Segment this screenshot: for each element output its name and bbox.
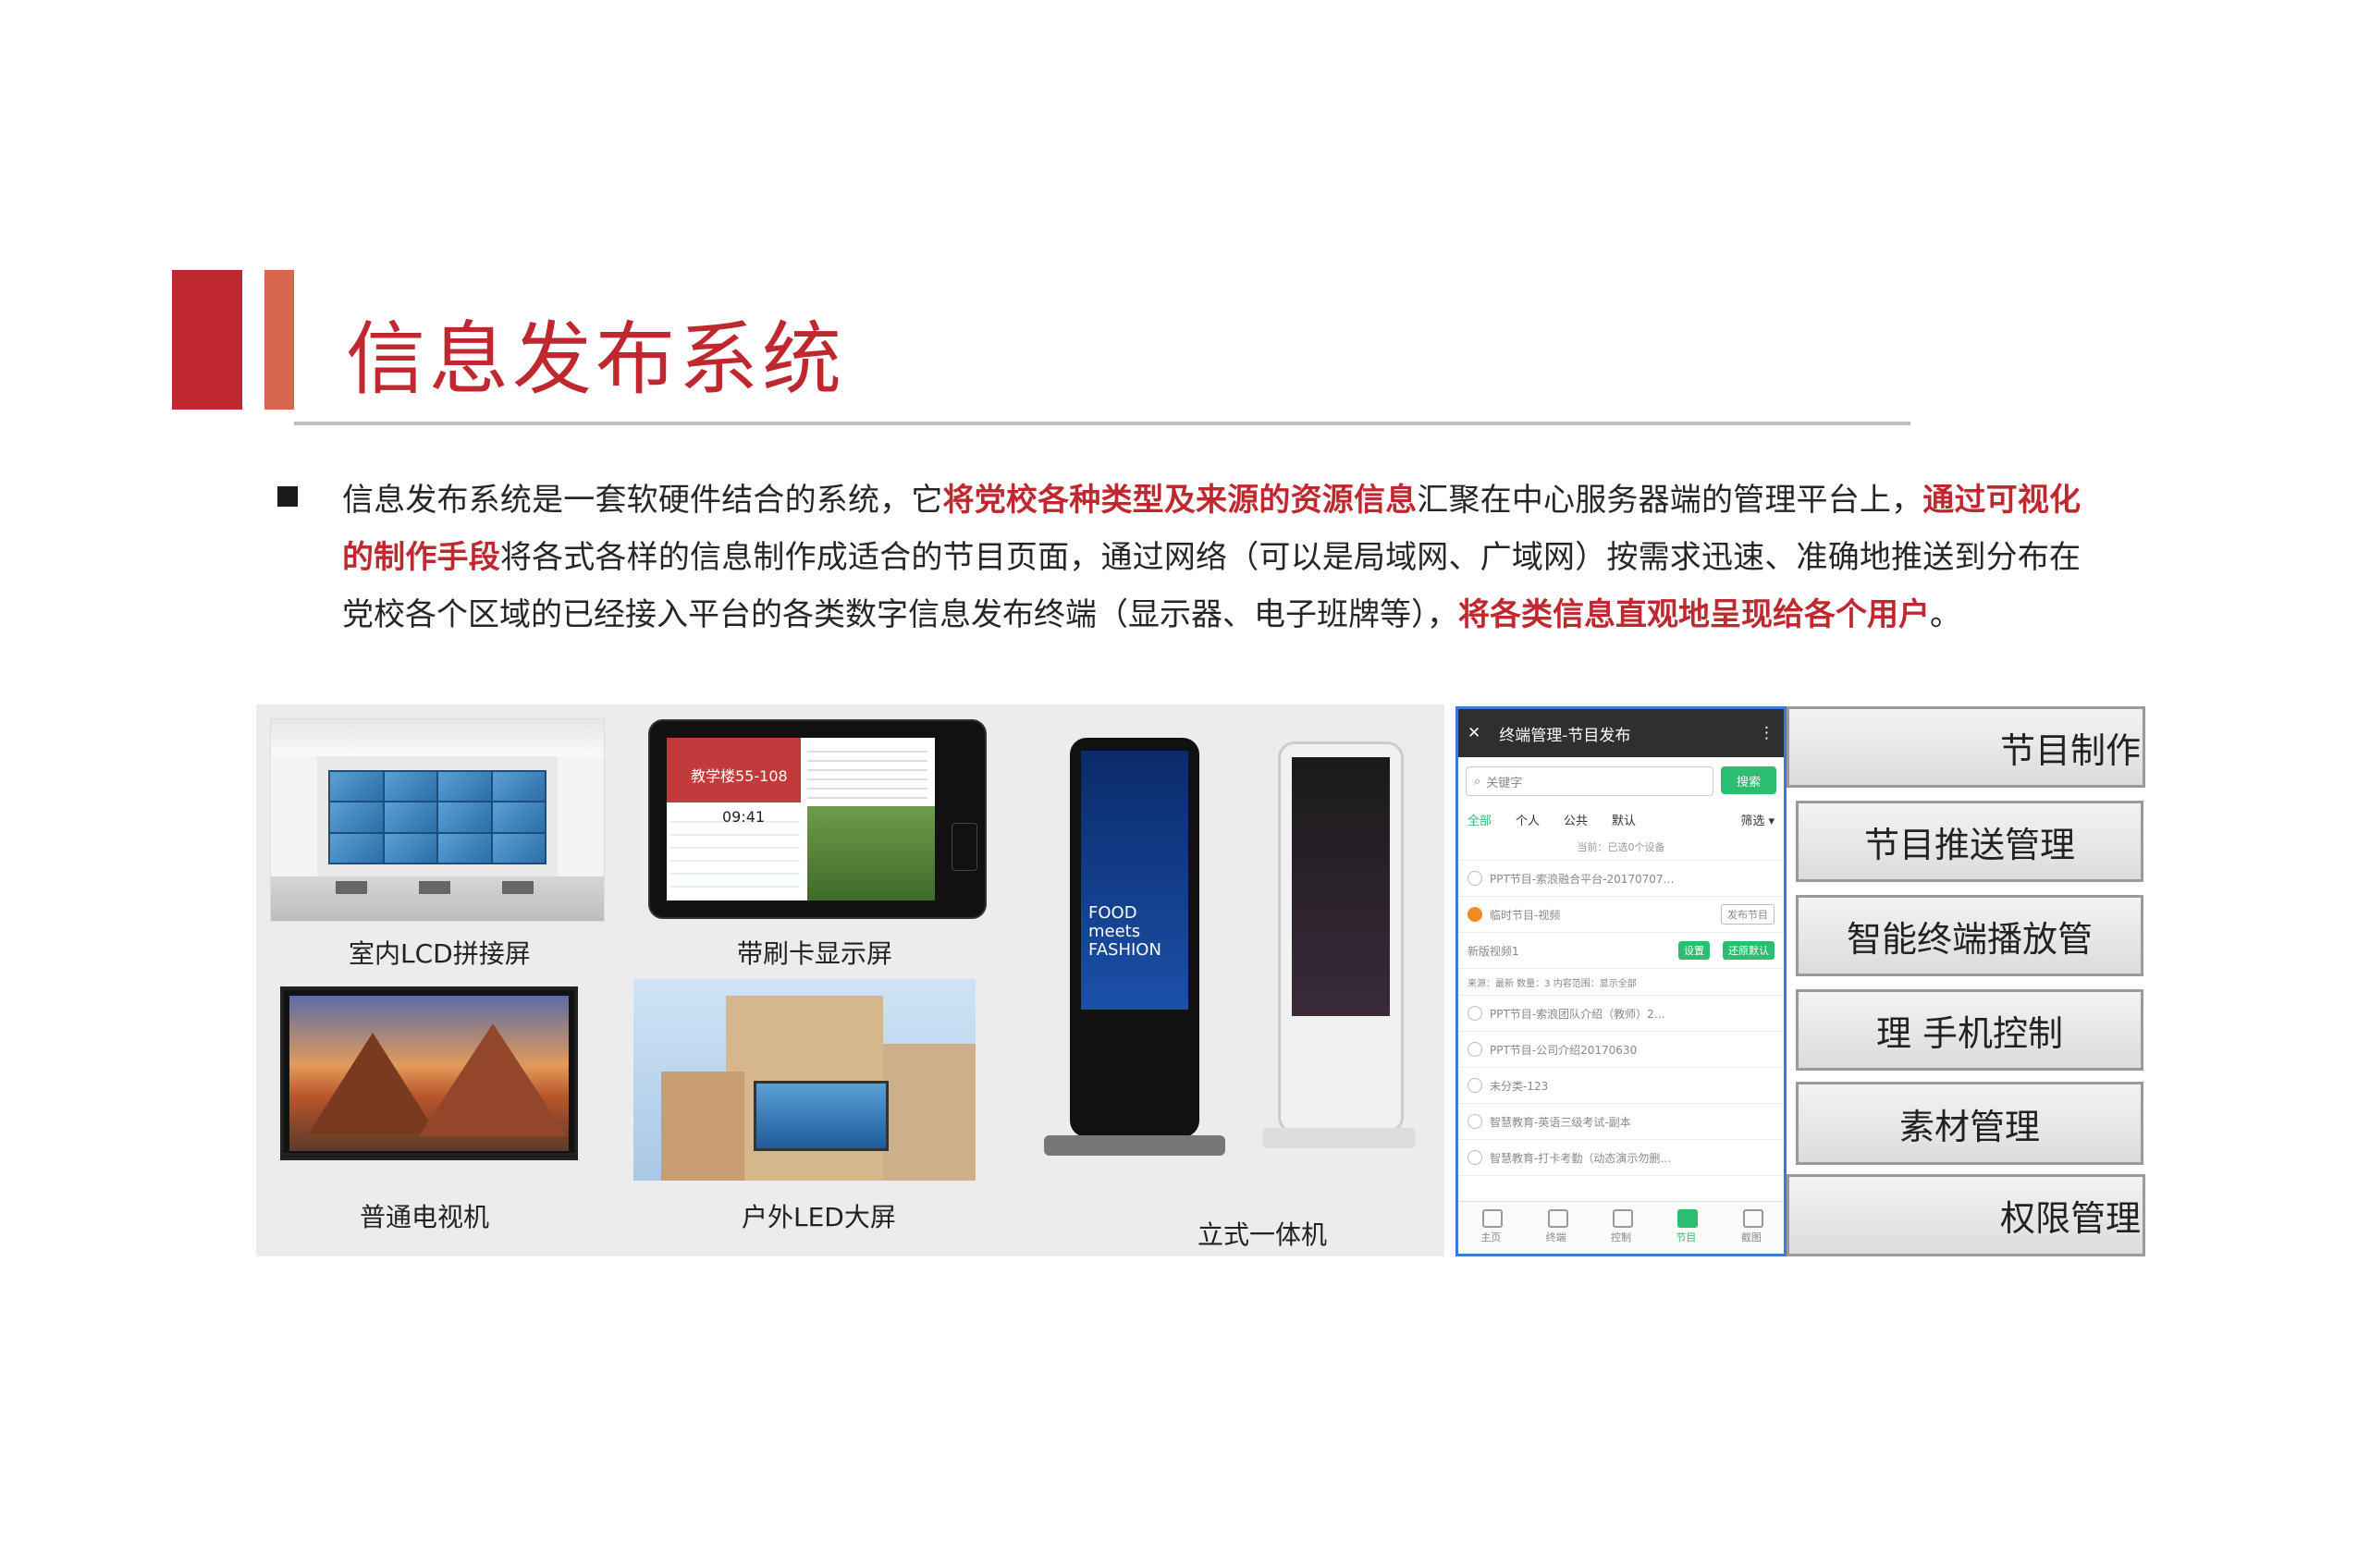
device-gallery: 室内LCD拼接屏 教学楼55-108 09:41 带刷卡显示屏 普通电视机 户外… <box>256 704 1444 1256</box>
nav-program[interactable]: 节目 <box>1653 1202 1718 1254</box>
tab-public[interactable]: 公共 <box>1564 811 1588 828</box>
publish-button[interactable]: 发布节目 <box>1721 904 1775 925</box>
lcd-wall-image <box>270 718 605 922</box>
card-display-image: 教学楼55-108 09:41 <box>648 719 987 919</box>
title-accent-bar-secondary <box>264 270 294 410</box>
list-item[interactable]: PPT节目-公司介绍20170630 <box>1458 1032 1784 1068</box>
intro-highlight: 将各类信息直观地呈现给各个用户 <box>1458 596 1930 633</box>
feature-material-management: 素材管理 <box>1796 1082 2143 1165</box>
kiosk-caption: 立式一体机 <box>1197 1219 1328 1250</box>
feature-push-management: 节目推送管理 <box>1796 801 2143 882</box>
phone-app-mockup: ✕ 终端管理-节目发布 ⋮ ⌕ 关键字 搜索 全部 个人 公共 默认 筛选 ▾ 当… <box>1455 706 1787 1256</box>
nav-terminal[interactable]: 终端 <box>1523 1202 1588 1254</box>
nav-control[interactable]: 控制 <box>1589 1202 1653 1254</box>
list-item[interactable]: PPT节目-索浪融合平台-20170707… <box>1458 861 1784 897</box>
phone-header: ✕ 终端管理-节目发布 ⋮ <box>1458 709 1784 757</box>
list-item-meta: 来源：最新 数量：3 内容范围：显示全部 <box>1458 969 1784 996</box>
filter-dropdown[interactable]: 筛选 ▾ <box>1740 811 1775 828</box>
list-item[interactable]: 智慧教育-打卡考勤（动态演示勿删… <box>1458 1140 1784 1176</box>
outdoor-led-image <box>633 979 976 1181</box>
list-item[interactable]: 智慧教育-英语三级考试-副本 <box>1458 1104 1784 1140</box>
search-input[interactable]: ⌕ 关键字 <box>1466 766 1713 796</box>
tab-personal[interactable]: 个人 <box>1516 811 1540 828</box>
card-display-caption: 带刷卡显示屏 <box>737 938 893 969</box>
intro-text: 。 <box>1930 596 1961 633</box>
intro-text: 信息发布系统是一套软硬件结合的系统，它 <box>342 482 943 519</box>
close-icon[interactable]: ✕ <box>1468 724 1480 742</box>
phone-tabs: 全部 个人 公共 默认 筛选 ▾ <box>1458 805 1784 834</box>
kiosk-screen-text: FOOD meets FASHION <box>1088 903 1161 960</box>
feature-program-making: 节目制作 <box>1787 706 2145 788</box>
feature-mobile-control: 理 手机控制 <box>1796 989 2143 1071</box>
tv-caption: 普通电视机 <box>360 1202 490 1232</box>
nav-screenshot[interactable]: 截图 <box>1719 1202 1784 1254</box>
more-icon[interactable]: ⋮ <box>1759 724 1775 742</box>
feature-terminal-play: 智能终端播放管 <box>1796 895 2143 976</box>
page-title: 信息发布系统 <box>346 313 845 406</box>
tv-stand <box>280 986 578 1156</box>
list-item[interactable]: PPT节目-索浪团队介绍（教师）2… <box>1458 996 1784 1032</box>
tab-all[interactable]: 全部 <box>1468 811 1492 828</box>
kiosk-black-image: FOOD meets FASHION <box>1044 738 1225 1156</box>
card-screen-time: 09:41 <box>722 808 766 826</box>
bullet-square-icon <box>277 486 298 507</box>
set-button[interactable]: 设置 <box>1678 941 1710 960</box>
phone-bottom-nav: 主页 终端 控制 节目 截图 <box>1458 1201 1784 1254</box>
phone-title: 终端管理-节目发布 <box>1499 726 1631 745</box>
card-screen-room: 教学楼55-108 <box>691 767 788 785</box>
restore-button[interactable]: 还原默认 <box>1723 941 1775 960</box>
nav-home[interactable]: 主页 <box>1458 1202 1523 1254</box>
search-icon: ⌕ <box>1474 774 1481 789</box>
lcd-caption: 室内LCD拼接屏 <box>349 938 531 969</box>
title-divider <box>294 422 1910 425</box>
selection-hint: 当前：已选0个设备 <box>1458 834 1784 861</box>
title-accent-bar <box>172 270 242 410</box>
intro-highlight: 将党校各种类型及来源的资源信息 <box>942 482 1418 519</box>
intro-paragraph: 信息发布系统是一套软硬件结合的系统，它将党校各种类型及来源的资源信息汇聚在中心服… <box>342 472 2081 643</box>
kiosk-white-image <box>1262 741 1416 1148</box>
list-item[interactable]: 新版视频1 设置 还原默认 <box>1458 933 1784 969</box>
outdoor-led-caption: 户外LED大屏 <box>742 1202 896 1232</box>
intro-text: 汇聚在中心服务器端的管理平台上， <box>1417 482 1923 519</box>
search-button[interactable]: 搜索 <box>1721 766 1776 794</box>
tab-default[interactable]: 默认 <box>1612 811 1636 828</box>
list-item[interactable]: 临时节目-视频 发布节目 <box>1458 897 1784 933</box>
list-item[interactable]: 未分类-123 <box>1458 1068 1784 1104</box>
feature-permission-management: 权限管理 <box>1787 1174 2145 1256</box>
